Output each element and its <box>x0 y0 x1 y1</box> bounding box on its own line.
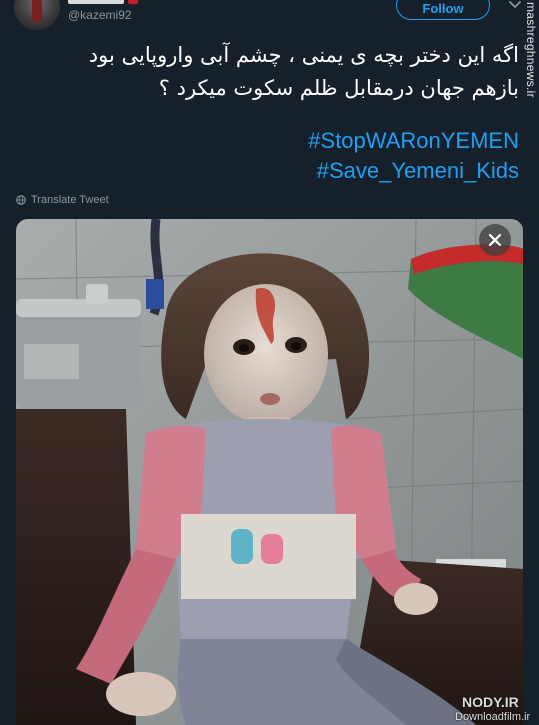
hashtag-link[interactable]: #Save_Yemeni_Kids <box>317 158 519 184</box>
user-handle[interactable]: @kazemi92 <box>68 8 132 22</box>
photo-illustration <box>16 219 523 725</box>
translate-label: Translate Tweet <box>31 194 109 206</box>
watermark-sub: Downloadfilm.ir <box>455 711 531 723</box>
tweet-text-line: بازهم جهان درمقابل ظلم سکوت میکرد ؟ <box>158 76 519 100</box>
watermark-brand: NODY.IR <box>462 694 519 710</box>
tweet-card: @kazemi92 Follow mashreghnews.ir اگه این… <box>0 0 539 725</box>
avatar[interactable] <box>14 0 60 30</box>
close-photo-button[interactable] <box>479 224 511 256</box>
follow-button[interactable]: Follow <box>396 0 490 20</box>
globe-icon <box>16 195 26 205</box>
side-watermark: mashreghnews.ir <box>524 2 538 98</box>
translate-tweet-link[interactable]: Translate Tweet <box>16 194 109 206</box>
tweet-photo[interactable] <box>16 219 523 725</box>
display-name[interactable] <box>68 0 138 6</box>
tweet-text-line: اگه این دختر بچه ی یمنی ، چشم آبی وارو‌پ… <box>88 43 519 67</box>
hashtag-link[interactable]: #StopWARonYEMEN <box>308 128 519 154</box>
close-icon <box>488 233 502 247</box>
